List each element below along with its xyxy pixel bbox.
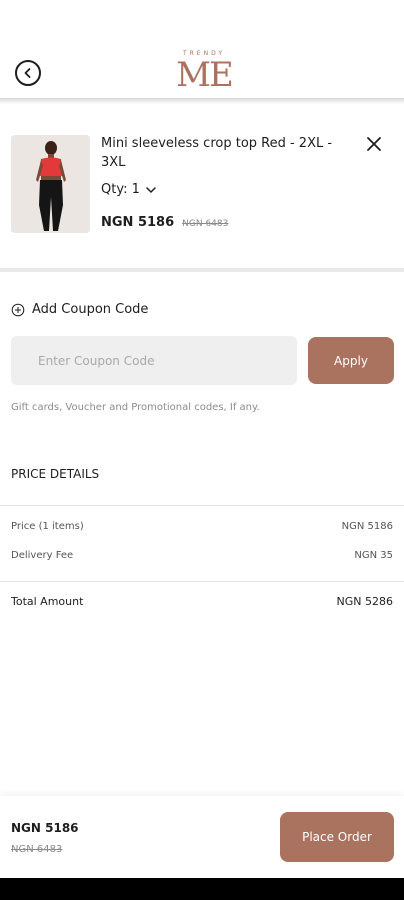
delivery-fee-value: NGN 35 xyxy=(354,550,393,561)
header-divider xyxy=(0,98,404,104)
divider xyxy=(0,581,404,582)
price-value: NGN 5186 xyxy=(341,521,393,532)
price-label: Price (1 items) xyxy=(11,521,84,532)
apply-coupon-button[interactable]: Apply xyxy=(308,337,394,384)
price-row: Price (1 items) NGN 5186 xyxy=(11,521,393,532)
chevron-left-icon xyxy=(24,68,31,78)
add-coupon-label: Add Coupon Code xyxy=(32,302,149,317)
quantity-selector[interactable]: Qty: 1 xyxy=(101,182,156,197)
coupon-help-text: Gift cards, Voucher and Promotional code… xyxy=(11,402,260,413)
close-icon xyxy=(367,137,381,151)
place-order-button[interactable]: Place Order xyxy=(280,812,394,862)
logo-big-text: ME xyxy=(176,55,234,95)
back-button[interactable] xyxy=(15,60,41,86)
item-price: NGN 5186 xyxy=(101,215,175,230)
product-image[interactable] xyxy=(11,135,90,233)
total-amount-label: Total Amount xyxy=(11,595,84,608)
divider xyxy=(0,505,404,506)
total-amount-row: Total Amount NGN 5286 xyxy=(11,595,393,608)
checkout-footer: NGN 5186 NGN 6483 Place Order xyxy=(0,796,404,878)
section-divider xyxy=(0,268,404,272)
brand-logo[interactable]: TRENDY ME xyxy=(176,50,234,95)
footer-price: NGN 5186 xyxy=(11,821,79,835)
product-photo-illustration xyxy=(11,135,90,233)
chevron-down-icon xyxy=(146,186,156,193)
item-price-row: NGN 5186 NGN 6483 xyxy=(101,215,228,230)
add-coupon-toggle[interactable]: Add Coupon Code xyxy=(11,302,148,317)
coupon-code-input[interactable] xyxy=(11,336,297,385)
plus-circle-icon xyxy=(11,303,25,316)
system-navigation-bar xyxy=(0,878,404,900)
delivery-fee-label: Delivery Fee xyxy=(11,550,74,561)
price-details-title: PRICE DETAILS xyxy=(11,467,100,481)
remove-item-button[interactable] xyxy=(364,134,384,154)
delivery-fee-row: Delivery Fee NGN 35 xyxy=(11,550,393,561)
quantity-label: Qty: 1 xyxy=(101,182,140,197)
total-amount-value: NGN 5286 xyxy=(336,595,393,608)
app-header: TRENDY ME xyxy=(0,0,404,100)
item-old-price: NGN 6483 xyxy=(182,219,229,229)
cart-item: Mini sleeveless crop top Red - 2XL - 3XL… xyxy=(0,120,404,270)
footer-old-price: NGN 6483 xyxy=(11,844,63,855)
product-title[interactable]: Mini sleeveless crop top Red - 2XL - 3XL xyxy=(101,134,351,172)
